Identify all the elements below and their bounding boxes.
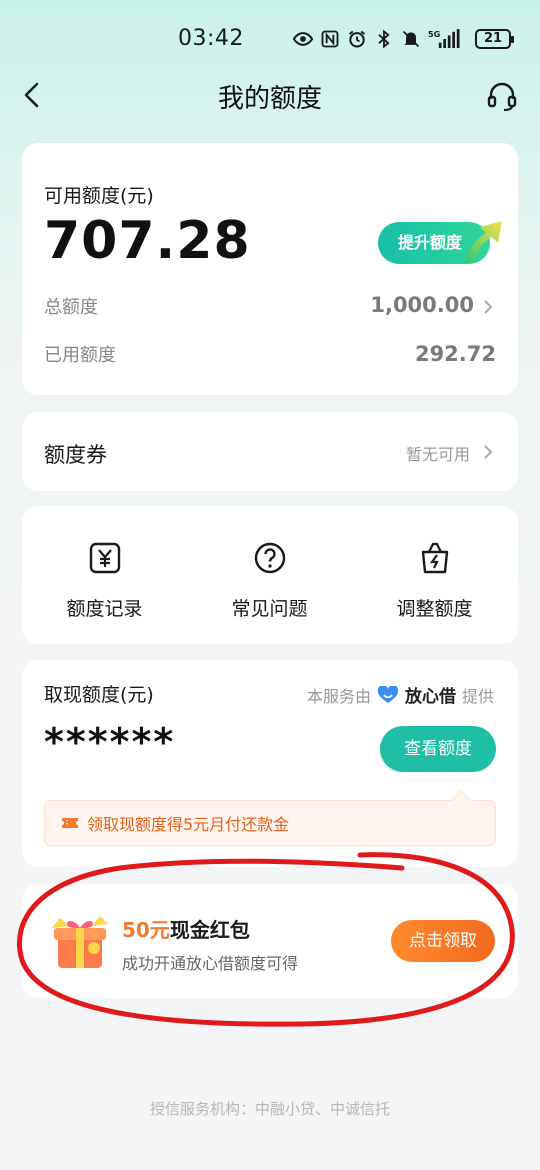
red-packet-title-rest: 现金红包 <box>169 918 250 942</box>
used-credit-value: 292.72 <box>414 342 496 366</box>
provider-brand: 放心借 <box>404 687 456 707</box>
ticket-icon <box>62 818 78 828</box>
cash-credit-card: 取现额度(元) 本服务由 放心借 提供 ****** 查看额度 领取现额度得5元… <box>22 660 518 867</box>
chevron-right-icon <box>484 445 493 459</box>
available-credit-label: 可用额度(元) <box>44 185 154 207</box>
red-packet-subtitle: 成功开通放心借额度可得 <box>122 954 299 973</box>
promo-text: 领取现额度得5元月付还款金 <box>87 815 290 834</box>
promo-caret <box>451 790 471 810</box>
red-packet-title: 50元现金红包 <box>122 914 250 943</box>
provider-suffix: 提供 <box>461 686 494 706</box>
status-time: 03:42 <box>178 26 244 51</box>
provider-info: 本服务由 放心借 提供 <box>307 682 494 707</box>
claim-button[interactable]: 点击领取 <box>391 920 495 962</box>
tool-label: 调整额度 <box>396 598 473 620</box>
coupon-status: 暂无可用 <box>405 445 470 464</box>
gift-box-icon <box>52 916 108 968</box>
question-circle-icon <box>254 542 286 574</box>
signal-icon: 5G <box>428 29 460 48</box>
alarm-icon <box>348 30 366 48</box>
tools-grid: 额度记录 常见问题 调整额度 <box>22 506 518 644</box>
tool-faq[interactable]: 常见问题 <box>187 506 352 644</box>
footer-text: 授信服务机构：中融小贷、中诚信托 <box>149 1100 390 1118</box>
eye-icon <box>293 32 313 46</box>
status-bar: 03:42 5G 21 <box>0 0 540 78</box>
available-credit-value: 707.28 <box>44 211 251 271</box>
bluetooth-icon <box>378 29 390 49</box>
chevron-right-icon[interactable] <box>482 299 494 315</box>
page-title: 我的额度 <box>217 84 322 114</box>
coupon-label: 额度券 <box>44 443 107 467</box>
tool-label: 额度记录 <box>66 598 143 620</box>
lightning-bag-icon <box>421 542 449 574</box>
total-credit-value[interactable]: 1,000.00 <box>370 293 474 317</box>
credit-card: 可用额度(元) 707.28 提升额度 总额度 1,000.00 已用额度 29… <box>22 143 518 395</box>
cash-credit-masked: ****** <box>44 720 176 764</box>
cash-credit-label: 取现额度(元) <box>44 684 154 706</box>
red-packet-card: 50元现金红包 成功开通放心借额度可得 点击领取 <box>22 884 518 998</box>
network-type: 5G <box>428 29 441 39</box>
promo-banner[interactable]: 领取现额度得5元月付还款金 <box>44 790 496 846</box>
tool-adjust-credit[interactable]: 调整额度 <box>352 506 517 644</box>
battery-icon: 21 <box>475 29 514 49</box>
vibrate-icon <box>402 30 420 48</box>
provider-prefix: 本服务由 <box>306 686 371 706</box>
tool-credit-records[interactable]: 额度记录 <box>22 506 187 644</box>
red-packet-amount: 50元 <box>122 918 170 942</box>
up-arrow-icon <box>464 221 502 263</box>
customer-service-button[interactable] <box>486 80 518 112</box>
tool-label: 常见问题 <box>231 598 308 620</box>
nav-bar: 我的额度 <box>0 70 540 120</box>
fangxinjie-logo-icon <box>377 685 399 703</box>
nfc-icon <box>321 30 339 48</box>
yuan-note-icon <box>89 542 121 574</box>
view-credit-button[interactable]: 查看额度 <box>380 726 496 772</box>
total-credit-label: 总额度 <box>44 297 98 318</box>
status-icons: 5G 21 <box>293 25 514 53</box>
used-credit-label: 已用额度 <box>44 345 116 366</box>
coupon-row[interactable]: 额度券 暂无可用 <box>22 412 518 491</box>
